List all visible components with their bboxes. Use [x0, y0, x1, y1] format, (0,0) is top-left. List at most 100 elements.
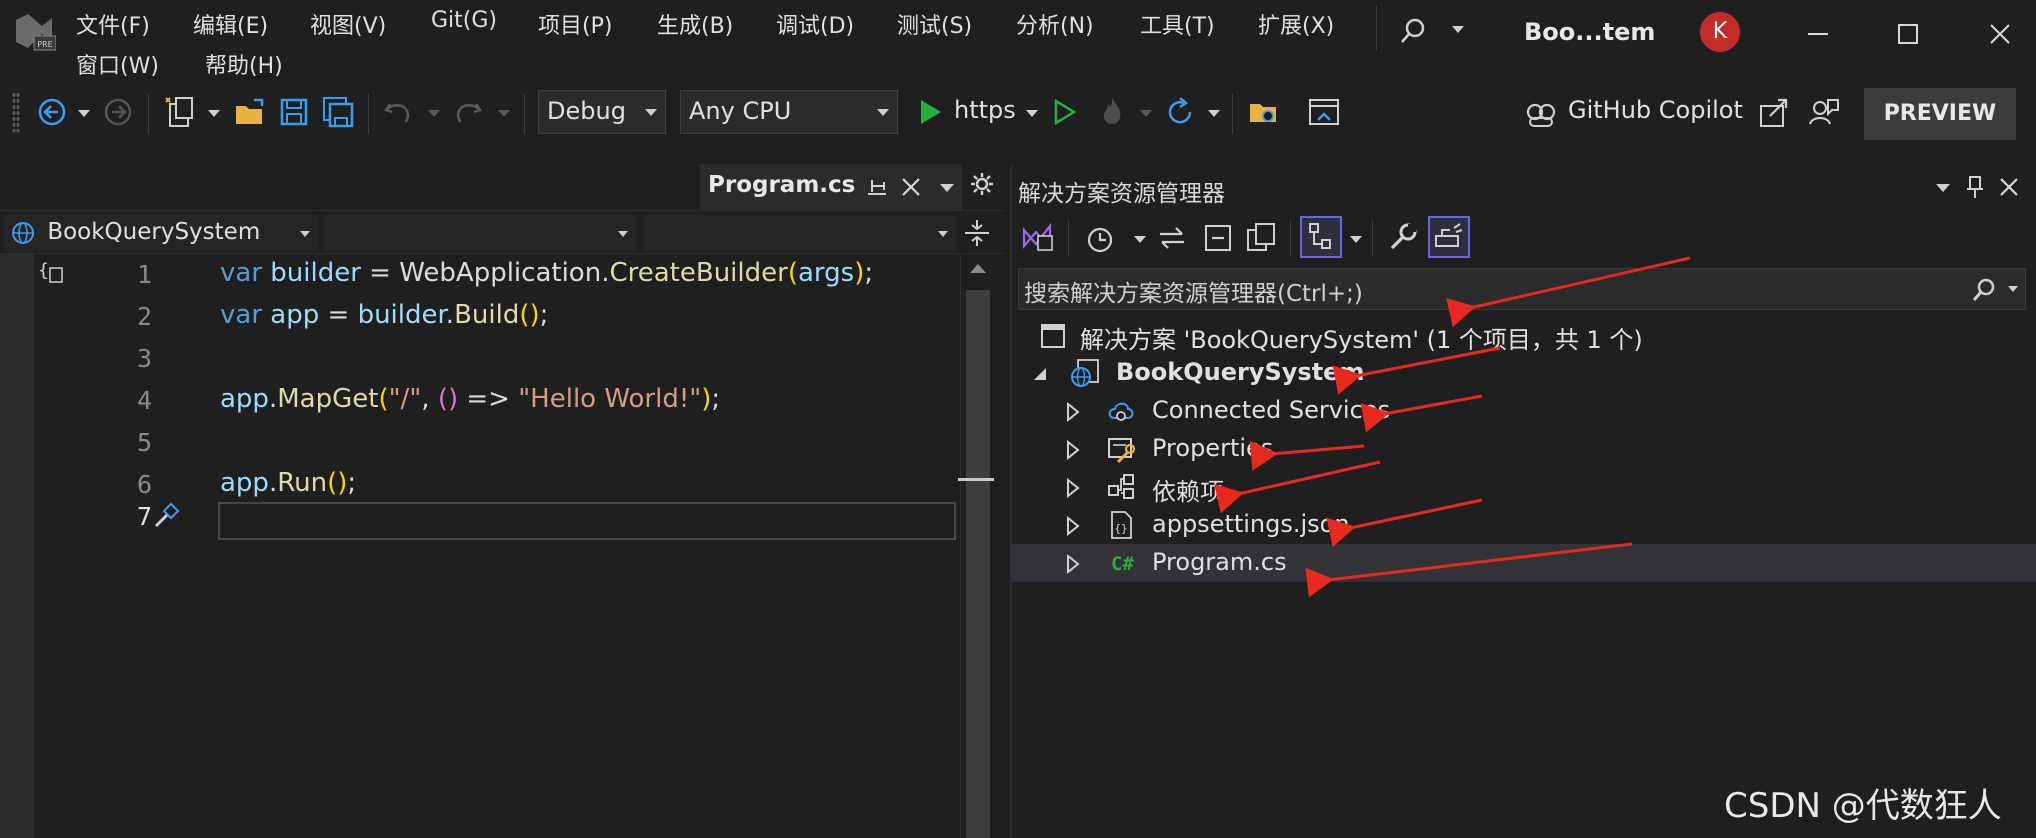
project-context-select[interactable]: BookQuerySystem — [4, 215, 318, 251]
split-window-icon[interactable] — [962, 217, 992, 249]
tree-row-solution[interactable]: 解决方案 'BookQuerySystem' (1 个项目，共 1 个) — [1010, 316, 2036, 354]
pin-panel-icon[interactable] — [1964, 174, 1986, 200]
maximize-icon[interactable] — [1888, 14, 1928, 54]
new-dropdown-chevron-icon[interactable] — [208, 110, 220, 117]
menu-test[interactable]: 测试(S) — [897, 8, 972, 40]
start-debugging-icon[interactable] — [912, 94, 948, 130]
refresh-chevron-icon[interactable] — [1208, 110, 1220, 117]
watermark: CSDN @代数狂人 — [1724, 786, 2002, 826]
save-all-icon[interactable] — [320, 94, 356, 130]
new-project-icon[interactable] — [162, 94, 198, 130]
menu-extensions[interactable]: 扩展(X) — [1258, 8, 1334, 40]
menu-build[interactable]: 生成(B) — [657, 8, 733, 40]
undo-dropdown-chevron-icon — [428, 110, 440, 117]
tree-row-dependencies[interactable]: 依赖项 — [1010, 468, 2036, 506]
toolbar-grip-icon[interactable] — [12, 92, 20, 132]
start-without-debugging-icon[interactable] — [1046, 94, 1082, 130]
pending-changes-filter-icon[interactable] — [1082, 220, 1118, 256]
gear-icon[interactable] — [970, 172, 994, 196]
code-line[interactable]: var builder = WebApplication.CreateBuild… — [220, 258, 873, 288]
project-label: BookQuerySystem — [1116, 358, 1365, 386]
run-target-label[interactable]: https — [954, 96, 1016, 124]
search-icon[interactable] — [1970, 276, 1998, 304]
code-token: ( — [787, 258, 798, 288]
open-folder-icon[interactable] — [232, 94, 268, 130]
tree-row-appsettings[interactable]: {} appsettings.json — [1010, 506, 2036, 544]
member-select[interactable] — [644, 215, 956, 251]
collapsed-chevron-icon[interactable] — [1066, 402, 1080, 422]
minimize-icon[interactable] — [1798, 14, 1838, 54]
code-token: () — [437, 384, 459, 414]
quick-actions-screwdriver-icon[interactable] — [150, 500, 182, 532]
search-options-chevron-icon[interactable] — [2008, 286, 2018, 292]
tree-row-properties[interactable]: Properties — [1010, 430, 2036, 468]
panel-options-chevron-icon[interactable] — [1936, 184, 1950, 192]
show-all-files-icon[interactable] — [1244, 220, 1280, 256]
redo-dropdown-chevron-icon — [498, 110, 510, 117]
close-tab-icon[interactable] — [900, 176, 922, 198]
share-icon[interactable] — [1756, 94, 1792, 130]
undo-icon — [380, 94, 416, 130]
back-dropdown-chevron-icon[interactable] — [78, 110, 90, 117]
open-in-explorer-icon[interactable] — [1246, 94, 1282, 130]
run-target-chevron-icon[interactable] — [1026, 110, 1038, 117]
dependencies-icon — [1106, 472, 1136, 502]
tab-list-chevron-icon[interactable] — [940, 184, 954, 192]
toolbar-separator — [148, 94, 149, 134]
track-active-item-icon[interactable] — [1300, 216, 1342, 258]
code-line[interactable]: app.MapGet("/", () => "Hello World!"); — [220, 384, 720, 414]
tab-program-cs-label[interactable]: Program.cs — [708, 172, 855, 198]
type-select[interactable] — [324, 215, 636, 251]
code-line[interactable]: var app = builder.Build(); — [220, 300, 548, 330]
avatar[interactable]: K — [1700, 12, 1740, 52]
switch-views-icon[interactable] — [1020, 220, 1056, 256]
code-line[interactable]: app.Run(); — [220, 468, 356, 498]
menu-git[interactable]: Git(G) — [431, 8, 497, 33]
menu-tools[interactable]: 工具(T) — [1140, 8, 1215, 40]
preview-button[interactable]: PREVIEW — [1864, 88, 2016, 140]
menu-edit[interactable]: 编辑(E) — [193, 8, 268, 40]
filter-chevron-icon[interactable] — [1134, 236, 1146, 243]
collapsed-chevron-icon[interactable] — [1066, 440, 1080, 460]
collapsed-chevron-icon[interactable] — [1066, 478, 1080, 498]
preview-selected-items-icon[interactable] — [1428, 216, 1470, 258]
menu-window[interactable]: 窗口(W) — [76, 48, 159, 80]
menu-help[interactable]: 帮助(H) — [205, 48, 283, 80]
feedback-icon[interactable] — [1806, 94, 1842, 130]
tree-row-project[interactable]: BookQuerySystem — [1010, 354, 2036, 392]
configuration-select[interactable]: Debug — [538, 90, 666, 134]
menu-debug[interactable]: 调试(D) — [776, 8, 854, 40]
current-line-highlight[interactable] — [218, 502, 956, 540]
save-icon[interactable] — [276, 94, 312, 130]
code-token: var — [220, 258, 271, 288]
search-placeholder[interactable]: 搜索解决方案资源管理器(Ctrl+;) — [1024, 274, 1363, 308]
menu-view[interactable]: 视图(V) — [310, 8, 386, 40]
search-icon[interactable] — [1398, 16, 1428, 46]
scroll-up-icon[interactable] — [970, 264, 986, 273]
track-chevron-icon[interactable] — [1350, 236, 1362, 243]
search-dropdown-chevron-icon[interactable] — [1452, 26, 1464, 33]
tree-row-program-cs[interactable]: C# Program.cs — [1010, 544, 2036, 582]
collapsed-chevron-icon[interactable] — [1066, 516, 1080, 536]
menu-project[interactable]: 项目(P) — [538, 8, 612, 40]
sync-with-active-document-icon[interactable] — [1154, 220, 1190, 256]
web-publish-icon[interactable] — [1306, 94, 1342, 130]
toolbar-separator — [368, 94, 369, 134]
tree-row-connected-services[interactable]: Connected Services — [1010, 392, 2036, 430]
platform-select[interactable]: Any CPU — [680, 90, 898, 134]
close-icon[interactable] — [1980, 14, 2020, 54]
close-panel-icon[interactable] — [1998, 176, 2020, 198]
expanded-chevron-icon[interactable] — [1032, 366, 1048, 382]
browser-refresh-icon[interactable] — [1162, 94, 1198, 130]
scrollbar-thumb[interactable] — [966, 290, 990, 838]
menu-analyze[interactable]: 分析(N) — [1016, 8, 1094, 40]
code-token: "Hello World!" — [518, 384, 702, 414]
menu-file[interactable]: 文件(F) — [76, 8, 150, 40]
collapsed-chevron-icon[interactable] — [1066, 554, 1080, 574]
pin-tab-icon[interactable] — [866, 176, 888, 198]
hot-reload-chevron-icon — [1140, 110, 1152, 117]
collapse-all-icon[interactable] — [1200, 220, 1236, 256]
properties-wrench-icon[interactable] — [1384, 220, 1420, 256]
back-navigate-icon[interactable] — [34, 94, 70, 130]
tree-item-label: Connected Services — [1152, 396, 1391, 424]
